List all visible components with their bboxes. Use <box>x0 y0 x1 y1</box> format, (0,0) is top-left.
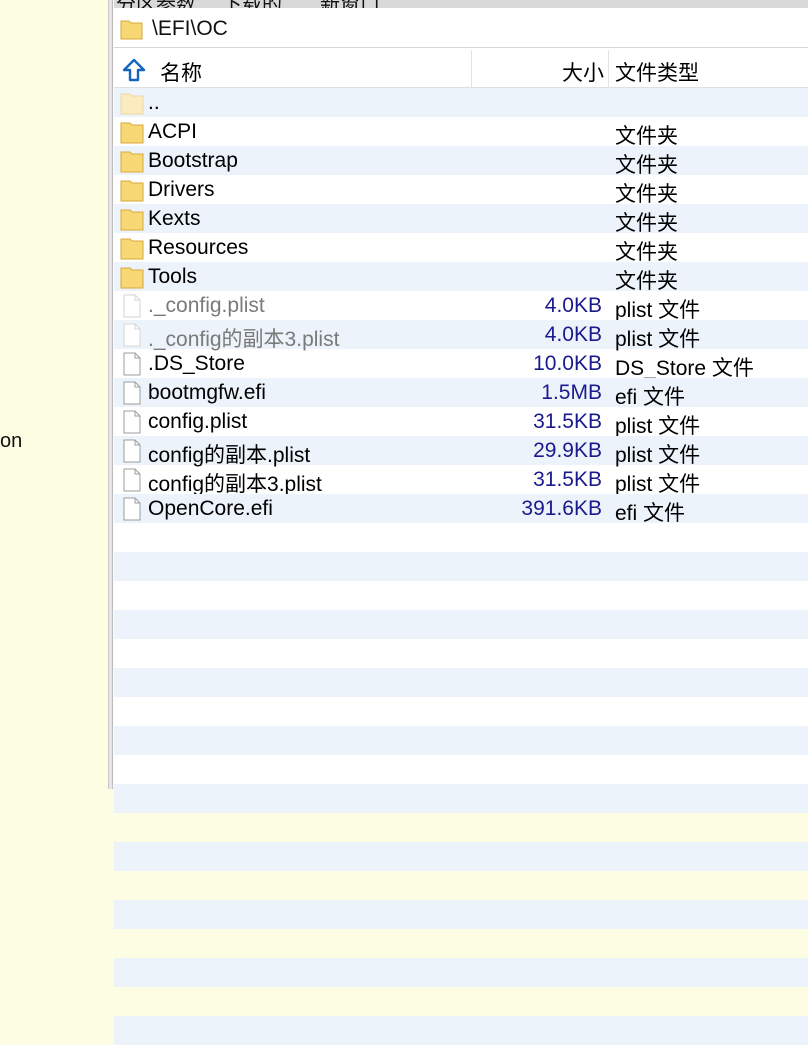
file-row[interactable]: ._config.plist 4.0KB plist 文件 <box>114 291 808 322</box>
folder-icon <box>120 17 144 46</box>
tab-downloads[interactable]: 下载的 ... <box>222 0 304 8</box>
file-name: .DS_Store <box>148 352 245 375</box>
file-name: bootmgfw.efi <box>148 381 266 404</box>
empty-row <box>114 929 808 958</box>
empty-row <box>114 581 808 610</box>
empty-row <box>114 697 808 726</box>
file-row[interactable]: bootmgfw.efi 1.5MB efi 文件 <box>114 378 808 409</box>
file-name: Resources <box>148 236 249 259</box>
empty-row <box>114 900 808 929</box>
empty-row <box>114 639 808 668</box>
empty-row <box>114 987 808 1016</box>
empty-row <box>114 523 808 552</box>
panel-splitter[interactable] <box>108 0 113 789</box>
empty-row <box>114 1016 808 1045</box>
file-name: Drivers <box>148 178 215 201</box>
column-divider[interactable] <box>608 50 609 88</box>
file-size: 31.5KB <box>533 468 602 491</box>
empty-row <box>114 726 808 755</box>
file-name: config.plist <box>148 410 248 433</box>
folder-row[interactable]: ACPI 文件夹 <box>114 117 808 148</box>
file-row[interactable]: config.plist 31.5KB plist 文件 <box>114 407 808 438</box>
column-header-size[interactable]: 大小 <box>562 57 604 87</box>
column-divider[interactable] <box>471 50 472 88</box>
file-size: 10.0KB <box>533 352 602 375</box>
column-header: 名称 大小 文件类型 <box>114 50 808 88</box>
file-name: ACPI <box>148 120 198 143</box>
file-row[interactable]: .DS_Store 10.0KB DS_Store 文件 <box>114 349 808 380</box>
file-name: .. <box>148 91 160 114</box>
empty-row <box>114 668 808 697</box>
column-header-type[interactable]: 文件类型 <box>615 57 699 87</box>
file-size: 29.9KB <box>533 439 602 462</box>
file-size: 4.0KB <box>544 294 602 317</box>
empty-row <box>114 842 808 871</box>
top-tab-strip: 分区参数 下载的 ... 新窗口 <box>114 0 808 8</box>
file-row[interactable]: ._config的副本3.plist 4.0KB plist 文件 <box>114 320 808 351</box>
folder-row[interactable]: Tools 文件夹 <box>114 262 808 293</box>
parent-directory-row[interactable]: .. <box>114 88 808 117</box>
file-list: .. ACPI 文件夹 Bootstrap 文件夹 Drivers 文件夹 Kexts 文件夹 R… <box>114 88 808 1045</box>
file-name: Bootstrap <box>148 149 238 172</box>
folder-row[interactable]: Resources 文件夹 <box>114 233 808 264</box>
folder-row[interactable]: Bootstrap 文件夹 <box>114 146 808 177</box>
file-size: 4.0KB <box>544 323 602 346</box>
empty-row <box>114 958 808 987</box>
empty-row <box>114 784 808 813</box>
path-bar[interactable]: \EFI\OC <box>114 8 808 48</box>
file-size: 1.5MB <box>541 381 602 404</box>
file-name: ._config.plist <box>148 294 265 317</box>
column-header-name[interactable]: 名称 <box>160 57 202 87</box>
empty-row <box>114 871 808 900</box>
file-name: Kexts <box>148 207 201 230</box>
file-row[interactable]: config的副本.plist 29.9KB plist 文件 <box>114 436 808 467</box>
empty-row <box>114 610 808 639</box>
file-size: 31.5KB <box>533 410 602 433</box>
tab-partition-params[interactable]: 分区参数 <box>116 0 196 8</box>
file-row[interactable]: OpenCore.efi 391.6KB efi 文件 <box>114 494 808 525</box>
empty-row <box>114 552 808 581</box>
tab-new-window[interactable]: 新窗口 <box>320 0 380 8</box>
empty-row <box>114 755 808 784</box>
current-path: \EFI\OC <box>152 17 228 40</box>
file-name: OpenCore.efi <box>148 497 273 520</box>
file-size: 391.6KB <box>521 497 602 520</box>
file-explorer: \EFI\OC 名称 大小 文件类型 .. ACPI 文件夹 Bootstrap 文件夹… <box>114 8 808 1045</box>
empty-row <box>114 813 808 842</box>
left-panel: on <box>0 0 108 789</box>
folder-row[interactable]: Drivers 文件夹 <box>114 175 808 206</box>
file-name: Tools <box>148 265 198 288</box>
folder-row[interactable]: Kexts 文件夹 <box>114 204 808 235</box>
left-panel-text: on <box>0 430 23 452</box>
up-arrow-icon[interactable] <box>122 58 146 87</box>
file-row[interactable]: config的副本3.plist 31.5KB plist 文件 <box>114 465 808 496</box>
